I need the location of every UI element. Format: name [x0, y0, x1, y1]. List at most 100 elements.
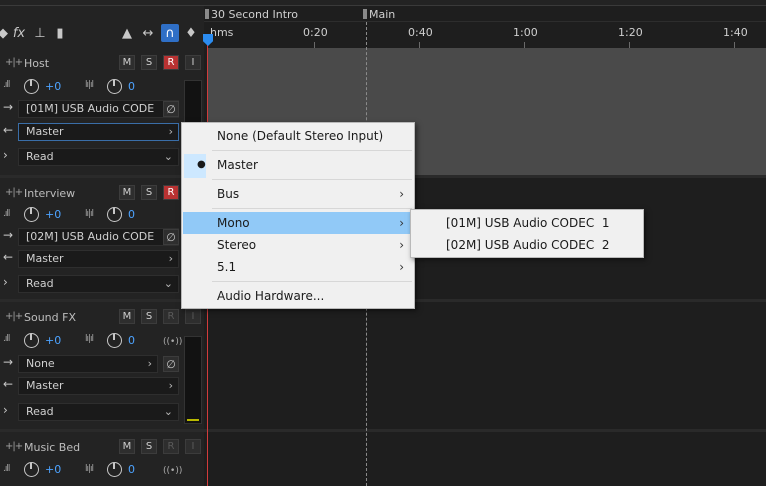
mute-button[interactable]: M [119, 439, 135, 454]
menu-item-label: None (Default Stereo Input) [217, 129, 384, 143]
submenu-item-usb-codec-1[interactable]: [01M] USB Audio CODEC 1 [412, 212, 643, 234]
pan-knob[interactable] [107, 462, 122, 477]
output-select[interactable]: Master › [18, 123, 179, 141]
ruler-unit-label: hms [210, 26, 234, 39]
input-monitor-button[interactable]: I [185, 309, 201, 324]
input-select[interactable]: [02M] USB Audio CODE› [18, 228, 179, 246]
menu-item-mono[interactable]: Mono › [183, 212, 414, 234]
pan-icon: lı|ıl [85, 334, 94, 344]
marker-pin-icon[interactable]: ♦ [182, 24, 200, 42]
menu-item-label: Bus [217, 187, 240, 201]
chevron-right-icon: › [168, 252, 173, 265]
ruler-tick-label: 1:00 [513, 26, 538, 39]
chevron-right-icon: › [168, 379, 173, 392]
solo-button[interactable]: S [141, 309, 157, 324]
volume-knob[interactable] [24, 333, 39, 348]
marker-main[interactable]: Main [363, 8, 395, 21]
automation-mode-select[interactable]: Read ⌄ [18, 275, 179, 293]
fx-icon[interactable]: fx [10, 24, 28, 42]
pan-icon: lı|ıl [85, 80, 94, 90]
menu-item-stereo[interactable]: Stereo › [183, 234, 414, 256]
marker-label: Main [369, 8, 396, 21]
automation-mode-value: Read [26, 150, 54, 163]
sidechain-icon[interactable]: ((•)) [163, 337, 182, 347]
pan-value[interactable]: 0 [128, 80, 135, 93]
input-arrow-icon: → [3, 100, 14, 114]
automation-mode-select[interactable]: Read ⌄ [18, 148, 179, 166]
waveform-icon: +|+ [5, 311, 23, 322]
track-name[interactable]: Music Bed [24, 441, 80, 454]
volume-value[interactable]: +0 [45, 334, 61, 347]
expand-arrow-icon[interactable]: › [3, 403, 8, 417]
pan-value[interactable]: 0 [128, 463, 135, 476]
menu-item-label: Master [217, 158, 258, 172]
volume-knob[interactable] [24, 79, 39, 94]
volume-knob[interactable] [24, 462, 39, 477]
record-arm-button[interactable]: R [163, 55, 179, 70]
menu-item-5-1[interactable]: 5.1 › [183, 256, 414, 278]
track-name[interactable]: Host [24, 57, 49, 70]
mute-button[interactable]: M [119, 55, 135, 70]
sidechain-icon[interactable]: ((•)) [163, 466, 182, 476]
timeline-ruler[interactable]: 30 Second Intro Main hms 0:20 0:40 1:00 … [204, 6, 766, 48]
phase-invert-button[interactable]: ∅ [163, 356, 179, 372]
pan-knob[interactable] [107, 333, 122, 348]
volume-value[interactable]: +0 [45, 208, 61, 221]
phase-invert-button[interactable]: ∅ [163, 101, 179, 117]
volume-icon: .ıll [3, 80, 10, 90]
track-header-interview: +|+ Interview M S R .ıll +0 lı|ıl 0 → [0… [0, 178, 204, 299]
automation-mode-value: Read [26, 277, 54, 290]
menu-item-none[interactable]: None (Default Stereo Input) [183, 125, 414, 147]
pan-knob[interactable] [107, 79, 122, 94]
menu-item-master[interactable]: ● Master [183, 154, 414, 176]
meter-level [187, 419, 199, 421]
output-select-value: Master [26, 252, 64, 265]
chevron-right-icon: › [147, 357, 152, 370]
menu-item-audio-hardware[interactable]: Audio Hardware... [183, 285, 414, 307]
input-monitor-button[interactable]: I [185, 55, 201, 70]
time-selection-icon[interactable]: ↔ [139, 24, 157, 42]
input-select[interactable]: None › [18, 355, 158, 373]
bullet-icon: ● [197, 159, 206, 170]
track-header-sound-fx: +|+ Sound FX M S R I .ıll +0 lı|ıl 0 ((•… [0, 302, 204, 429]
metronome-icon[interactable]: ▲ [118, 24, 136, 42]
record-arm-button[interactable]: R [163, 439, 179, 454]
input-monitor-button[interactable]: I [185, 439, 201, 454]
automation-mode-value: Read [26, 405, 54, 418]
ruler-tick-label: 0:40 [408, 26, 433, 39]
menu-separator [212, 179, 412, 180]
solo-button[interactable]: S [141, 55, 157, 70]
mute-button[interactable]: M [119, 309, 135, 324]
chevron-right-icon: › [168, 125, 173, 138]
volume-knob[interactable] [24, 207, 39, 222]
bar-chart-icon[interactable]: ▮ [51, 24, 69, 42]
chevron-right-icon: › [399, 216, 404, 230]
expand-arrow-icon[interactable]: › [3, 275, 8, 289]
waveform-icon: +|+ [5, 57, 23, 68]
routing-icon[interactable]: ⊥ [31, 24, 49, 42]
submenu-item-usb-codec-2[interactable]: [02M] USB Audio CODEC 2 [412, 234, 643, 256]
record-arm-button[interactable]: R [163, 309, 179, 324]
volume-value[interactable]: +0 [45, 80, 61, 93]
pan-value[interactable]: 0 [128, 208, 135, 221]
phase-invert-button[interactable]: ∅ [163, 229, 179, 245]
output-select[interactable]: Master › [18, 250, 179, 268]
menu-item-bus[interactable]: Bus › [183, 183, 414, 205]
expand-arrow-icon[interactable]: › [3, 148, 8, 162]
automation-mode-select[interactable]: Read ⌄ [18, 403, 179, 421]
waveform-icon: +|+ [5, 441, 23, 452]
record-arm-button[interactable]: R [163, 185, 179, 200]
track-name[interactable]: Interview [24, 187, 75, 200]
solo-button[interactable]: S [141, 439, 157, 454]
output-select[interactable]: Master › [18, 377, 179, 395]
snap-magnet-icon[interactable]: ∩ [161, 24, 179, 42]
marker-30-second-intro[interactable]: 30 Second Intro [205, 8, 298, 21]
pan-value[interactable]: 0 [128, 334, 135, 347]
volume-value[interactable]: +0 [45, 463, 61, 476]
mute-button[interactable]: M [119, 185, 135, 200]
pan-knob[interactable] [107, 207, 122, 222]
solo-button[interactable]: S [141, 185, 157, 200]
input-select[interactable]: [01M] USB Audio CODE› [18, 100, 179, 118]
track-name[interactable]: Sound FX [24, 311, 76, 324]
input-select-value: [01M] USB Audio CODE [26, 102, 155, 115]
